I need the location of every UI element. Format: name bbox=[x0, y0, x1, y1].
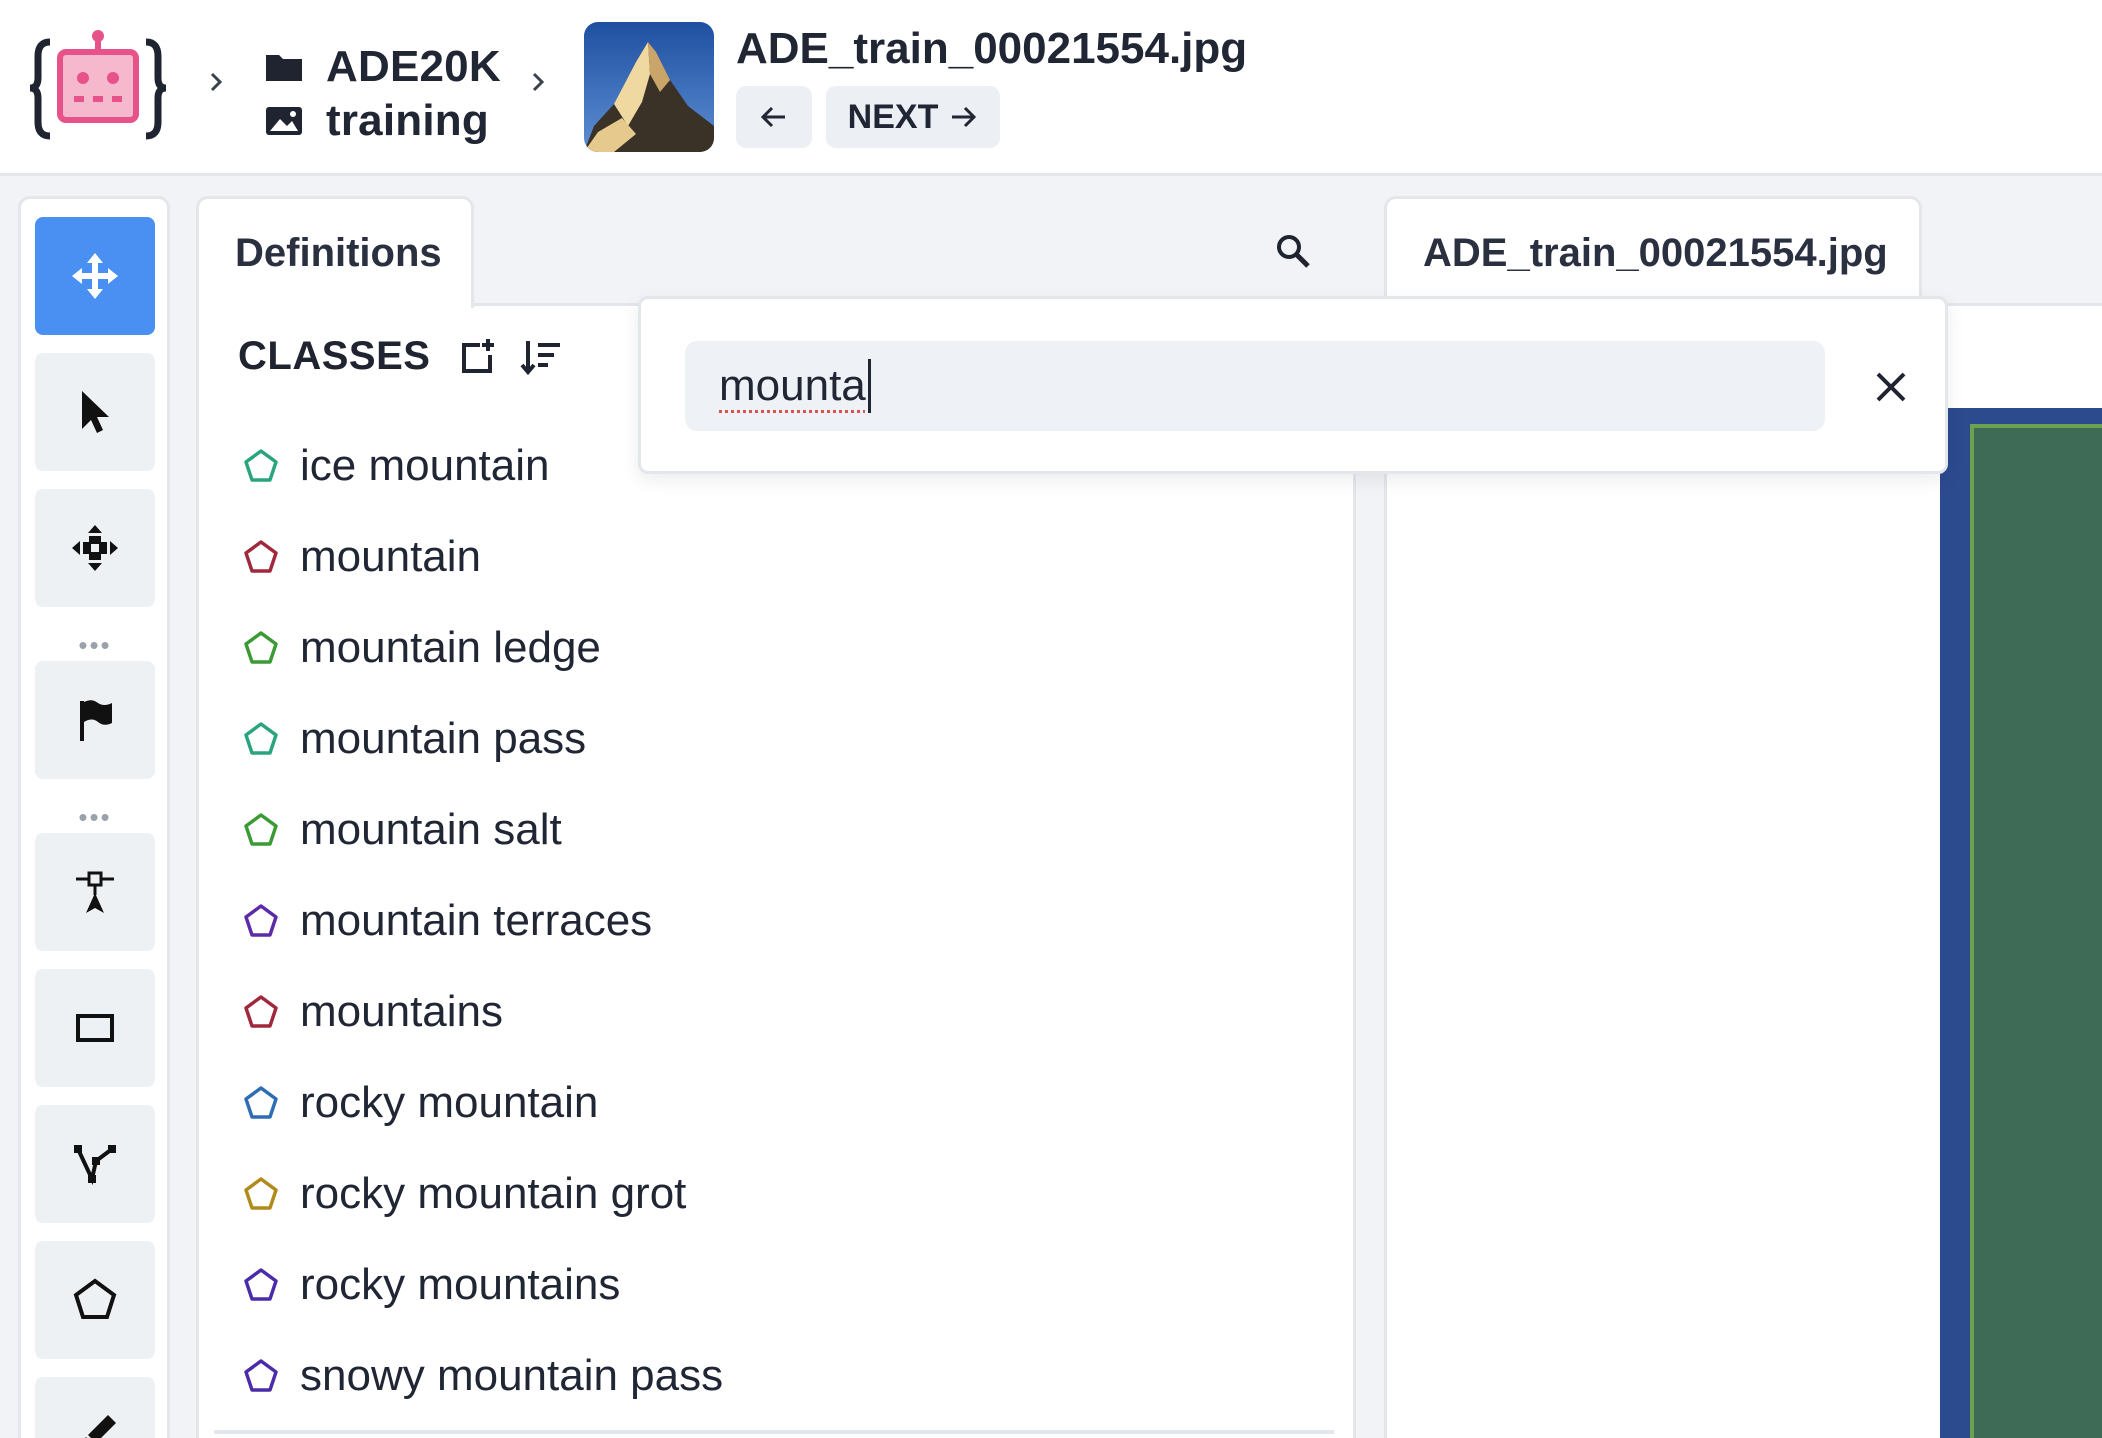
class-label: mountain ledge bbox=[300, 622, 601, 672]
select-tool-button[interactable] bbox=[35, 353, 155, 471]
tab-definitions[interactable]: Definitions bbox=[196, 196, 474, 308]
add-class-icon[interactable] bbox=[458, 337, 498, 377]
arrow-right-icon bbox=[952, 106, 977, 128]
polygon-tool-button[interactable] bbox=[35, 1241, 155, 1359]
image-thumbnail[interactable] bbox=[584, 22, 714, 152]
pentagon-icon bbox=[244, 1085, 278, 1119]
class-item[interactable]: mountain salt bbox=[242, 784, 723, 875]
breadcrumb: ADE20K training bbox=[264, 40, 501, 148]
chevron-right-icon bbox=[532, 72, 545, 92]
pentagon-icon bbox=[244, 630, 278, 664]
text-caret bbox=[867, 359, 871, 413]
pentagon-icon bbox=[244, 539, 278, 573]
class-label: rocky mountain grot bbox=[300, 1168, 687, 1218]
polygon-icon bbox=[73, 1278, 117, 1319]
rectangle-icon bbox=[76, 1014, 114, 1042]
next-image-button[interactable]: NEXT bbox=[826, 86, 1000, 148]
brush-icon bbox=[85, 1415, 116, 1438]
close-icon bbox=[1876, 372, 1906, 402]
split-name: training bbox=[326, 96, 489, 145]
previous-image-button[interactable] bbox=[736, 86, 812, 148]
pentagon-icon bbox=[244, 812, 278, 846]
breadcrumb-dataset[interactable]: ADE20K bbox=[264, 40, 501, 94]
flag-tool-button[interactable] bbox=[35, 661, 155, 779]
class-search-input[interactable]: mounta bbox=[685, 341, 1825, 431]
toolbar-separator: ••• bbox=[78, 630, 112, 660]
pentagon-icon bbox=[244, 994, 278, 1028]
clear-search-button[interactable] bbox=[1863, 359, 1919, 415]
class-search-popover: mounta bbox=[638, 296, 1948, 474]
image-icon bbox=[266, 107, 302, 135]
keypoint-icon bbox=[76, 871, 114, 913]
class-label: mountain terraces bbox=[300, 895, 653, 945]
move-points-tool-button[interactable] bbox=[35, 489, 155, 607]
pentagon-icon bbox=[244, 448, 278, 482]
tab-definitions-label: Definitions bbox=[235, 231, 442, 275]
class-list: ice mountain mountain mountain ledge mounta… bbox=[242, 420, 723, 1421]
move-points-icon bbox=[72, 525, 118, 571]
class-label: mountain bbox=[300, 531, 482, 581]
class-item[interactable]: mountain bbox=[242, 511, 723, 602]
class-item[interactable]: mountain terraces bbox=[242, 875, 723, 966]
class-label: snowy mountain pass bbox=[300, 1350, 724, 1400]
keypoint-tool-button[interactable] bbox=[35, 833, 155, 951]
tool-palette: ••• ••• bbox=[18, 196, 170, 1438]
rectangle-tool-button[interactable] bbox=[35, 969, 155, 1087]
move-arrows-icon bbox=[72, 253, 118, 299]
class-item[interactable]: mountain pass bbox=[242, 693, 723, 784]
class-label: mountain salt bbox=[300, 804, 562, 854]
class-item[interactable]: snowy mountain pass bbox=[242, 1330, 723, 1421]
class-item[interactable]: rocky mountain grot bbox=[242, 1148, 723, 1239]
arrow-left-icon bbox=[760, 106, 785, 128]
top-bar: ADE20K training ADE_train_00021554.jpg N… bbox=[0, 0, 2102, 176]
class-label: rocky mountain bbox=[300, 1077, 599, 1127]
class-label: ice mountain bbox=[300, 440, 550, 490]
flag-icon bbox=[80, 700, 112, 741]
next-button-label: NEXT bbox=[847, 97, 939, 136]
class-item[interactable]: rocky mountains bbox=[242, 1239, 723, 1330]
polyline-icon bbox=[74, 1145, 116, 1186]
pentagon-icon bbox=[244, 1176, 278, 1210]
tab-image-label: ADE_train_00021554.jpg bbox=[1423, 231, 1888, 275]
robot-logo-icon[interactable] bbox=[30, 30, 166, 146]
dataset-name: ADE20K bbox=[326, 42, 501, 91]
class-label: mountain pass bbox=[300, 713, 587, 763]
search-query-text: mounta bbox=[719, 361, 866, 410]
list-divider bbox=[214, 1430, 1334, 1434]
image-filename: ADE_train_00021554.jpg bbox=[736, 24, 1248, 73]
tab-underline bbox=[1922, 303, 2102, 306]
pan-tool-button[interactable] bbox=[35, 217, 155, 335]
pentagon-icon bbox=[244, 721, 278, 755]
class-item[interactable]: mountains bbox=[242, 966, 723, 1057]
toolbar-separator: ••• bbox=[78, 802, 112, 832]
pentagon-icon bbox=[244, 903, 278, 937]
search-icon[interactable] bbox=[1274, 232, 1312, 270]
classes-title: CLASSES bbox=[238, 334, 431, 378]
class-item[interactable]: mountain ledge bbox=[242, 602, 723, 693]
annotation-region[interactable] bbox=[1970, 424, 2102, 1438]
classes-header: CLASSES bbox=[238, 334, 562, 379]
chevron-right-icon bbox=[210, 72, 223, 92]
sort-icon[interactable] bbox=[520, 337, 562, 377]
class-label: mountains bbox=[300, 986, 504, 1036]
brush-tool-button[interactable] bbox=[35, 1377, 155, 1438]
polyline-tool-button[interactable] bbox=[35, 1105, 155, 1223]
folder-icon bbox=[266, 55, 302, 81]
pentagon-icon bbox=[244, 1358, 278, 1392]
breadcrumb-split[interactable]: training bbox=[264, 94, 501, 148]
tab-image[interactable]: ADE_train_00021554.jpg bbox=[1384, 196, 1922, 308]
cursor-arrow-icon bbox=[82, 391, 109, 433]
pentagon-icon bbox=[244, 1267, 278, 1301]
class-item[interactable]: rocky mountain bbox=[242, 1057, 723, 1148]
class-label: rocky mountains bbox=[300, 1259, 621, 1309]
